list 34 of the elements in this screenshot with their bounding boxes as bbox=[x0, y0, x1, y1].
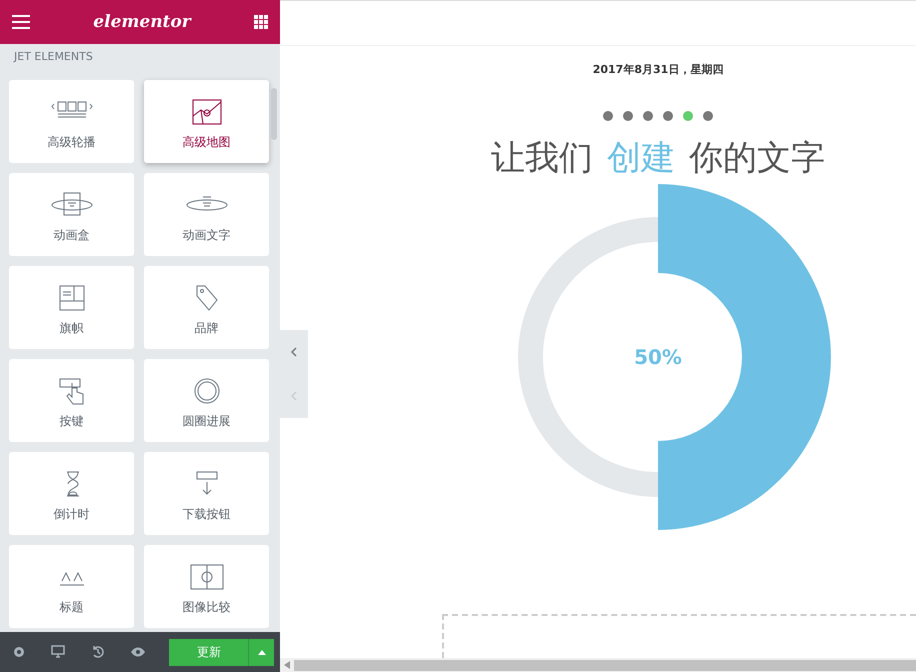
widget-card[interactable]: 动画文字 bbox=[144, 173, 269, 256]
slide-dot[interactable] bbox=[623, 111, 633, 121]
panel-handle[interactable] bbox=[280, 330, 308, 418]
slide-dot[interactable] bbox=[703, 111, 713, 121]
horizontal-scrollbar[interactable] bbox=[294, 660, 916, 670]
menu-icon[interactable] bbox=[12, 15, 30, 29]
widget-card[interactable]: 圆圈进展 bbox=[144, 359, 269, 442]
widget-card[interactable]: 按键 bbox=[9, 359, 134, 442]
section-title: JET ELEMENTS bbox=[14, 50, 93, 63]
headline-word: 创建 bbox=[607, 137, 675, 180]
grid-icon[interactable] bbox=[254, 15, 268, 29]
headline-word: 你的文字 bbox=[689, 137, 825, 180]
collapse-icon[interactable] bbox=[291, 347, 297, 357]
widget-card[interactable]: 图像比较 bbox=[144, 545, 269, 628]
caret-up-button[interactable] bbox=[248, 638, 274, 666]
widget-card[interactable]: 高级轮播 bbox=[9, 80, 134, 163]
progress-reading: 50% bbox=[634, 345, 682, 369]
slide-dot[interactable] bbox=[643, 111, 653, 121]
widget-card[interactable]: 倒计时 bbox=[9, 452, 134, 535]
slide-dot[interactable] bbox=[663, 111, 673, 121]
widget-card[interactable]: 品牌 bbox=[144, 266, 269, 349]
widget-card[interactable]: 旗帜 bbox=[9, 266, 134, 349]
scroll-left-icon[interactable] bbox=[284, 661, 290, 669]
headline-word: 让我们 bbox=[491, 137, 593, 180]
widget-card[interactable]: 高级地图 bbox=[144, 80, 269, 163]
caret-up-icon bbox=[258, 650, 266, 654]
logo: elementor bbox=[93, 12, 191, 32]
widget-card[interactable]: 下载按钮 bbox=[144, 452, 269, 535]
slide-dot[interactable] bbox=[683, 111, 693, 121]
widget-card[interactable]: 标题 bbox=[9, 545, 134, 628]
scrollbar[interactable] bbox=[271, 88, 277, 140]
slide-dot[interactable] bbox=[603, 111, 613, 121]
widget-card[interactable]: 动画盒 bbox=[9, 173, 134, 256]
date-text: 2017年8月31日，星期四 bbox=[592, 62, 724, 77]
